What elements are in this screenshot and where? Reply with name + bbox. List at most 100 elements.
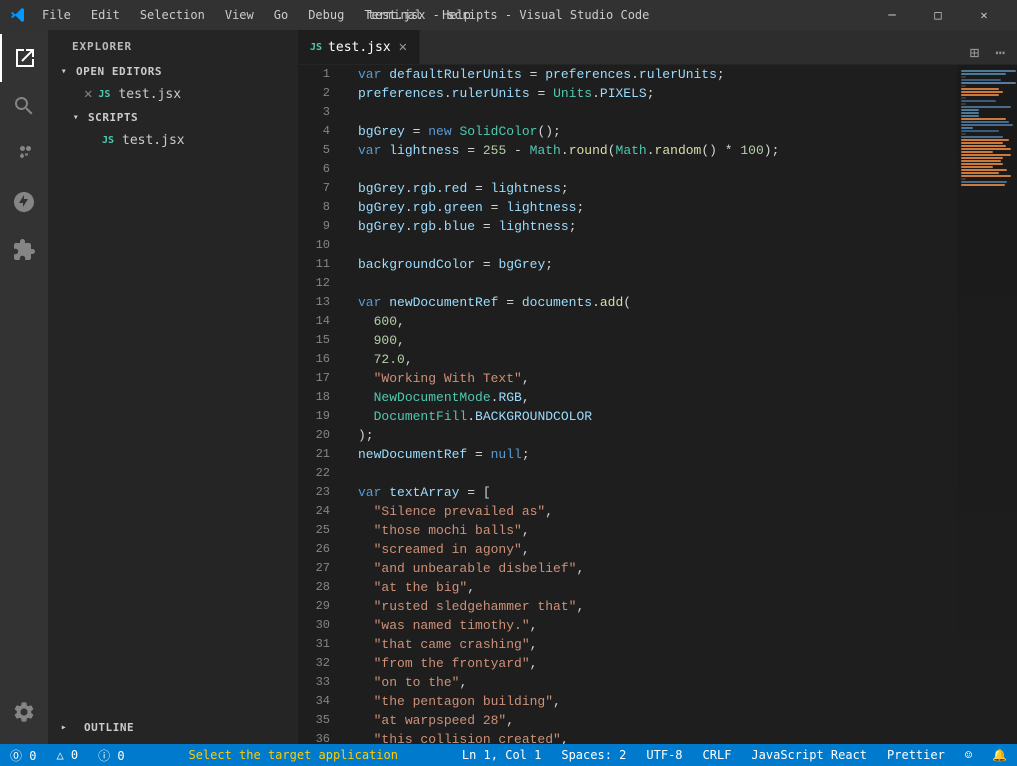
code-line-8: bgGrey.rgb.green = lightness; [358, 198, 957, 217]
line-num-13: 13 [298, 293, 338, 312]
code-content[interactable]: var defaultRulerUnits = preferences.rule… [348, 65, 957, 744]
line-num-8: 8 [298, 198, 338, 217]
menu-debug[interactable]: Debug [300, 6, 352, 24]
line-num-22: 22 [298, 464, 338, 483]
line-num-32: 32 [298, 654, 338, 673]
code-line-25: "those mochi balls", [358, 521, 957, 540]
menu-edit[interactable]: Edit [83, 6, 128, 24]
jsx-file-icon: JS [96, 86, 112, 102]
extensions-activity-icon[interactable] [0, 226, 48, 274]
code-line-33: "on to the", [358, 673, 957, 692]
open-editor-filename: test.jsx [118, 87, 181, 102]
status-bar: ⓪ 0 △ 0 ⓘ 0 Select the target applicatio… [0, 744, 1017, 766]
line-num-21: 21 [298, 445, 338, 464]
line-num-3: 3 [298, 103, 338, 122]
line-ending-text: CRLF [703, 748, 732, 762]
line-ending-status[interactable]: CRLF [693, 744, 742, 766]
code-line-20: ); [358, 426, 957, 445]
scripts-label: Scripts [88, 111, 138, 124]
notifications-status[interactable]: 🔔 [982, 744, 1017, 766]
spaces-status[interactable]: Spaces: 2 [551, 744, 636, 766]
info-status[interactable]: ⓘ 0 [88, 744, 134, 766]
formatter-status[interactable]: Prettier [877, 744, 955, 766]
errors-status[interactable]: ⓪ 0 [0, 744, 46, 766]
code-line-14: 600, [358, 312, 957, 331]
minimize-button[interactable]: ─ [869, 0, 915, 30]
scripts-file-testjsx[interactable]: JS test.jsx [48, 129, 298, 151]
outline-label: Outline [76, 715, 142, 740]
minimap [957, 65, 1017, 744]
encoding-status[interactable]: UTF-8 [636, 744, 692, 766]
tab-jsx-icon: JS [310, 42, 322, 53]
warnings-status[interactable]: △ 0 [46, 744, 88, 766]
cursor-position-status[interactable]: Ln 1, Col 1 [452, 744, 551, 766]
cursor-pos-text: Ln 1, Col 1 [462, 748, 541, 762]
code-line-15: 900, [358, 331, 957, 350]
language-status[interactable]: JavaScript React [741, 744, 877, 766]
code-line-4: bgGrey = new SolidColor(); [358, 122, 957, 141]
close-button[interactable]: ✕ [961, 0, 1007, 30]
open-editor-file-testjsx[interactable]: ✕ JS test.jsx [48, 83, 298, 105]
menu-view[interactable]: View [217, 6, 262, 24]
code-line-10 [358, 236, 957, 255]
scripts-filename: test.jsx [122, 133, 185, 148]
scripts-chevron: ▾ [68, 109, 84, 125]
scripts-section[interactable]: ▾ Scripts [48, 105, 298, 129]
tab-testjsx[interactable]: JS test.jsx ✕ [298, 30, 420, 64]
close-file-icon[interactable]: ✕ [84, 86, 92, 102]
code-line-24: "Silence prevailed as", [358, 502, 957, 521]
code-line-11: backgroundColor = bgGrey; [358, 255, 957, 274]
line-num-14: 14 [298, 312, 338, 331]
outline-section[interactable]: ▸ Outline [48, 711, 298, 744]
line-num-15: 15 [298, 331, 338, 350]
line-numbers: 1 2 3 4 5 6 7 8 9 10 11 12 13 14 15 16 1… [298, 65, 348, 744]
code-line-31: "that came crashing", [358, 635, 957, 654]
menu-file[interactable]: File [34, 6, 79, 24]
activity-bar-bottom [0, 688, 48, 744]
code-line-7: bgGrey.rgb.red = lightness; [358, 179, 957, 198]
activity-bar [0, 30, 48, 744]
main-layout: Explorer ▾ Open Editors ✕ JS test.jsx ▾ … [0, 30, 1017, 744]
source-control-activity-icon[interactable] [0, 130, 48, 178]
line-num-7: 7 [298, 179, 338, 198]
tab-label: test.jsx [328, 40, 391, 55]
split-editor-icon[interactable]: ⊞ [966, 41, 984, 64]
code-line-34: "the pentagon building", [358, 692, 957, 711]
line-num-10: 10 [298, 236, 338, 255]
feedback-status[interactable]: ☺ [955, 744, 982, 766]
line-num-27: 27 [298, 559, 338, 578]
code-line-1: var defaultRulerUnits = preferences.rule… [358, 65, 957, 84]
errors-text: ⓪ 0 [10, 747, 36, 764]
line-num-17: 17 [298, 369, 338, 388]
tab-close-icon[interactable]: ✕ [399, 39, 407, 55]
line-num-23: 23 [298, 483, 338, 502]
line-num-12: 12 [298, 274, 338, 293]
maximize-button[interactable]: □ [915, 0, 961, 30]
open-editors-label: Open Editors [76, 65, 162, 78]
line-num-6: 6 [298, 160, 338, 179]
line-num-33: 33 [298, 673, 338, 692]
code-line-3 [358, 103, 957, 122]
line-num-26: 26 [298, 540, 338, 559]
menu-go[interactable]: Go [266, 6, 296, 24]
title-bar: File Edit Selection View Go Debug Termin… [0, 0, 1017, 30]
code-line-5: var lightness = 255 - Math.round(Math.ra… [358, 141, 957, 160]
settings-activity-icon[interactable] [0, 688, 48, 736]
line-num-4: 4 [298, 122, 338, 141]
line-num-36: 36 [298, 730, 338, 744]
code-line-36: "this collision created", [358, 730, 957, 744]
explorer-activity-icon[interactable] [0, 34, 48, 82]
menu-selection[interactable]: Selection [132, 6, 213, 24]
status-bar-left: ⓪ 0 △ 0 ⓘ 0 [0, 744, 135, 766]
code-line-17: "Working With Text", [358, 369, 957, 388]
code-line-29: "rusted sledgehammer that", [358, 597, 957, 616]
spaces-text: Spaces: 2 [561, 748, 626, 762]
window-title: test.jsx - scripts - Visual Studio Code [368, 8, 650, 22]
open-editors-section[interactable]: ▾ Open Editors [48, 59, 298, 83]
target-application-text: Select the target application [188, 748, 398, 762]
debug-activity-icon[interactable] [0, 178, 48, 226]
more-actions-icon[interactable]: ⋯ [991, 41, 1009, 64]
code-line-13: var newDocumentRef = documents.add( [358, 293, 957, 312]
code-line-16: 72.0, [358, 350, 957, 369]
search-activity-icon[interactable] [0, 82, 48, 130]
